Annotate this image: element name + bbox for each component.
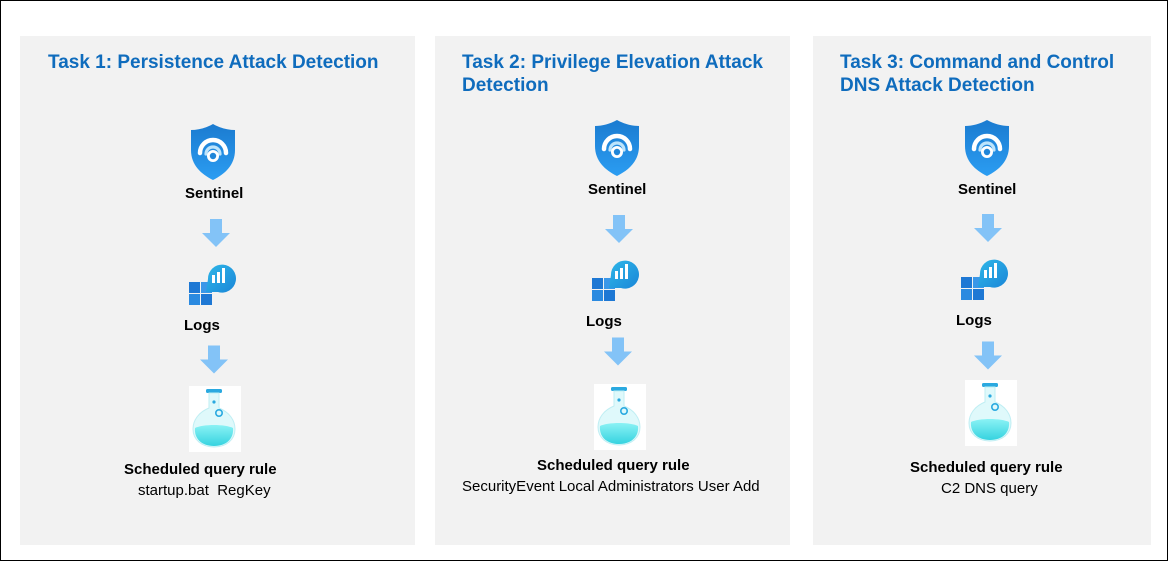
logs-label: Logs	[956, 312, 992, 329]
sentinel-label: Sentinel	[588, 181, 647, 198]
task-2-panel: Task 2: Privilege Elevation Attack Detec…	[435, 36, 790, 545]
arrow-down-icon	[973, 212, 1003, 244]
task-2-title: Task 2: Privilege Elevation Attack Detec…	[462, 52, 763, 96]
task-1-panel: Task 1: Persistence Attack Detection Sen…	[20, 36, 415, 545]
logs-label: Logs	[184, 317, 220, 334]
log-analytics-icon	[591, 256, 639, 304]
scheduled-query-rule-label: Scheduled query rule	[124, 461, 277, 478]
task-1-title: Task 1: Persistence Attack Detection	[48, 52, 379, 73]
sentinel-label: Sentinel	[185, 185, 244, 202]
arrow-down-icon	[973, 339, 1003, 372]
arrow-down-icon	[603, 335, 633, 368]
sentinel-label: Sentinel	[958, 181, 1017, 198]
arrow-down-icon	[604, 213, 634, 245]
log-analytics-icon	[960, 255, 1008, 303]
rule-detail: SecurityEvent Local Administrators User …	[462, 478, 760, 495]
scheduled-query-rule-label: Scheduled query rule	[910, 459, 1063, 476]
diagram-frame: Task 1: Persistence Attack Detection Sen…	[0, 0, 1168, 561]
sentinel-shield-icon	[963, 119, 1011, 177]
task-3-panel: Task 3: Command and Control DNS Attack D…	[813, 36, 1151, 545]
arrow-down-icon	[201, 217, 231, 249]
sentinel-shield-icon	[189, 123, 237, 181]
flask-icon	[594, 384, 646, 450]
arrow-down-icon	[199, 343, 229, 376]
rule-detail: startup.bat RegKey	[138, 482, 271, 499]
flask-icon	[965, 380, 1017, 446]
sentinel-shield-icon	[593, 119, 641, 177]
flask-icon	[189, 386, 241, 452]
logs-label: Logs	[586, 313, 622, 330]
scheduled-query-rule-label: Scheduled query rule	[537, 457, 690, 474]
log-analytics-icon	[188, 260, 236, 308]
task-3-title: Task 3: Command and Control DNS Attack D…	[840, 52, 1115, 96]
rule-detail: C2 DNS query	[941, 480, 1038, 497]
